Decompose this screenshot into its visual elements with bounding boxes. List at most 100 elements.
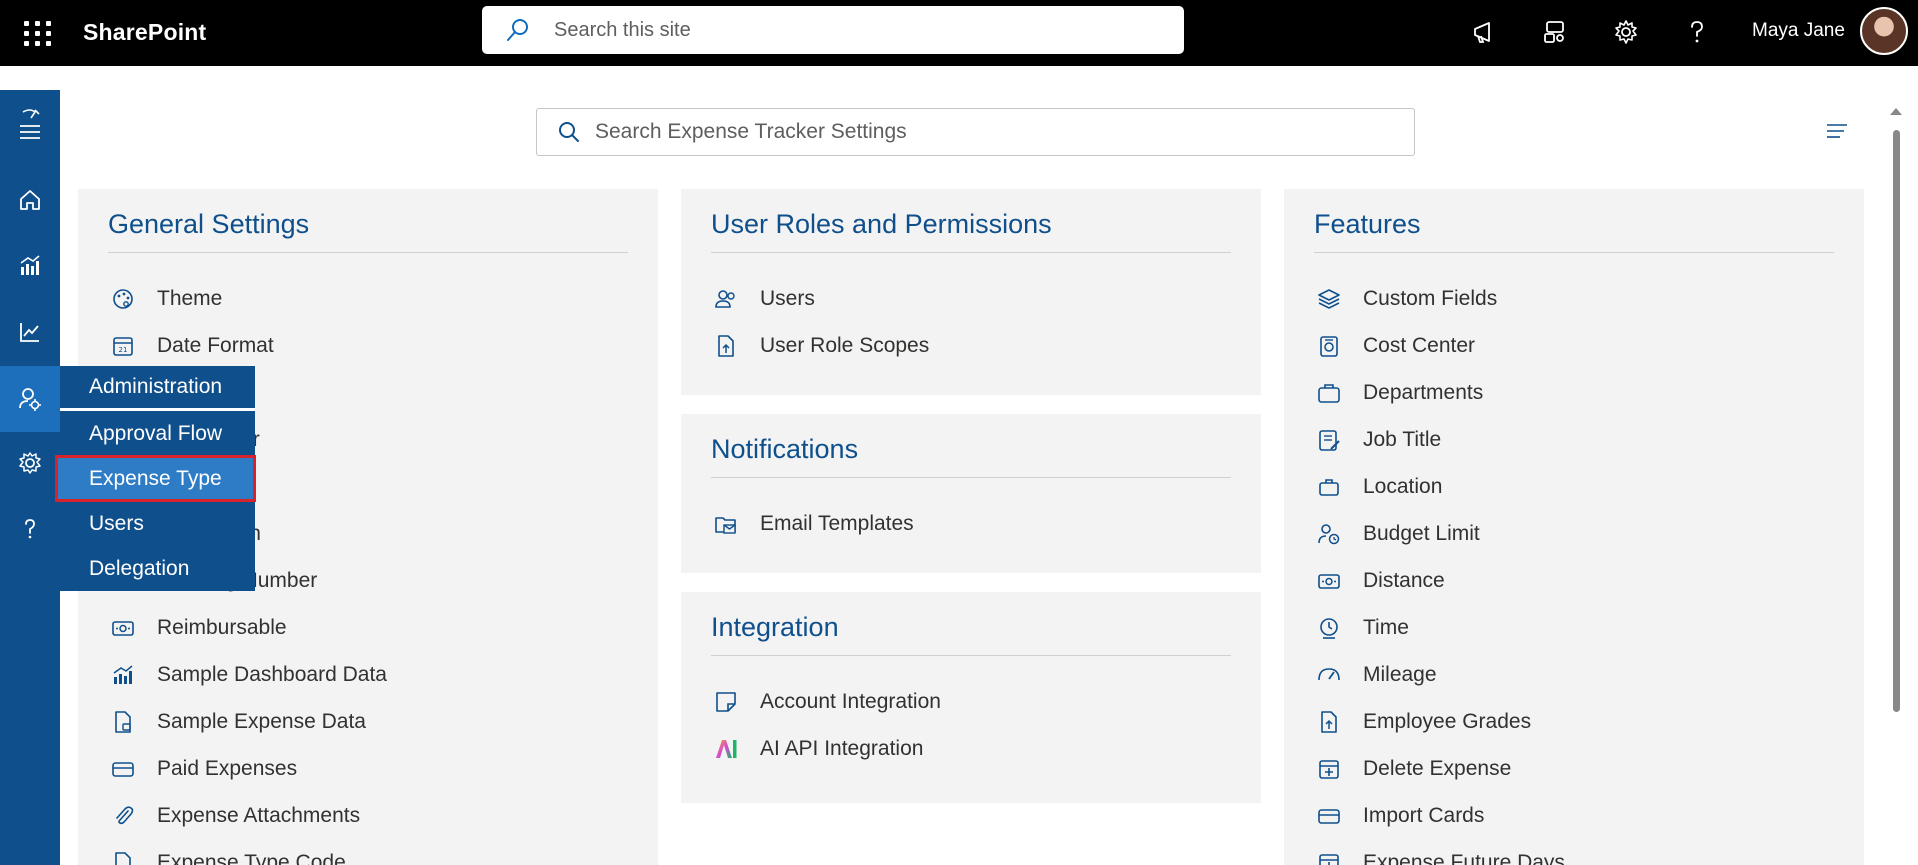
flyout-item-approval-flow[interactable]: Approval Flow (60, 411, 255, 456)
avatar[interactable] (1860, 7, 1908, 55)
chat-settings-icon[interactable] (1537, 14, 1573, 50)
clock-icon (1314, 613, 1344, 643)
settings-item-label: Sample Dashboard Data (157, 662, 387, 686)
help-icon[interactable] (1679, 14, 1715, 50)
settings-item-label: Cost Center (1363, 333, 1476, 357)
settings-item-mileage[interactable]: Mileage (1314, 651, 1834, 698)
settings-item-label: Email Templates (760, 511, 914, 535)
settings-item-label: Mileage (1363, 662, 1437, 686)
svg-text:21: 21 (119, 346, 128, 354)
flyout-item-delegation[interactable]: Delegation (60, 546, 255, 591)
gear-icon[interactable] (1608, 14, 1644, 50)
settings-item-label: Sample Expense Data (157, 709, 366, 733)
card-icon (1314, 801, 1344, 831)
search-icon (507, 19, 528, 41)
settings-item-users[interactable]: Users (711, 275, 1231, 322)
notifications-panel: Notifications Email Templates (681, 414, 1261, 573)
features-panel: Features Custom Fields Cost Center Departm… (1284, 189, 1864, 865)
card-icon (108, 754, 138, 784)
form-icon (1314, 425, 1344, 455)
settings-item-expense-attachments[interactable]: Expense Attachments (108, 792, 628, 839)
calendar-add-icon (1314, 754, 1344, 784)
settings-item-label: Paid Expenses (157, 756, 298, 780)
brand-title[interactable]: SharePoint (83, 19, 206, 46)
settings-item-import-cards[interactable]: Import Cards (1314, 792, 1834, 839)
settings-item-cost-center[interactable]: Cost Center (1314, 322, 1834, 369)
note-icon (711, 687, 741, 717)
flyout-header[interactable]: Administration (60, 366, 255, 411)
settings-item-departments[interactable]: Departments (1314, 369, 1834, 416)
document-arrow-icon (711, 331, 741, 361)
app-launcher-icon[interactable] (20, 17, 52, 49)
settings-item-distance[interactable]: Distance (1314, 557, 1834, 604)
settings-search-input[interactable]: Search Expense Tracker Settings (536, 108, 1415, 156)
settings-item-label: Account Integration (760, 689, 941, 713)
flyout-item-users[interactable]: Users (60, 501, 255, 546)
dashboard-chart-icon[interactable] (0, 238, 60, 294)
settings-item-custom-fields[interactable]: Custom Fields (1314, 275, 1834, 322)
document-code-icon (108, 848, 138, 865)
scrollbar-thumb[interactable] (1893, 130, 1900, 712)
settings-item-sample-dashboard-data[interactable]: Sample Dashboard Data (108, 651, 628, 698)
settings-item-label: Distance (1363, 568, 1445, 592)
settings-search-placeholder: Search Expense Tracker Settings (595, 120, 907, 143)
line-chart-icon[interactable] (0, 304, 60, 360)
settings-item-label: Delete Expense (1363, 756, 1512, 780)
panel-title: General Settings (108, 189, 628, 253)
settings-item-label: Date Format (157, 333, 274, 357)
paperclip-icon (108, 801, 138, 831)
settings-item-sample-expense-data[interactable]: Sample Expense Data (108, 698, 628, 745)
suite-bar: SharePoint Search this site Maya Jane (0, 0, 1918, 66)
settings-item-delete-expense[interactable]: Delete Expense (1314, 745, 1834, 792)
user-name[interactable]: Maya Jane (1752, 20, 1845, 42)
settings-item-ai-api-integration[interactable]: AI API Integration (711, 725, 1231, 772)
settings-item-theme[interactable]: Theme (108, 275, 628, 322)
settings-item-employee-grades[interactable]: Employee Grades (1314, 698, 1834, 745)
administration-icon[interactable] (0, 366, 60, 432)
app-logo-menu-icon[interactable] (0, 90, 60, 160)
ai-logo-icon (711, 734, 741, 764)
settings-item-label: Expense Future Days (1363, 850, 1565, 865)
document-arrow-icon (1314, 707, 1344, 737)
help-rail-icon[interactable] (0, 501, 60, 557)
administration-flyout: Administration Approval Flow Expense Type… (55, 366, 256, 591)
panel-title: Notifications (711, 414, 1231, 478)
flyout-item-expense-type[interactable]: Expense Type (55, 455, 256, 502)
settings-item-budget-limit[interactable]: Budget Limit (1314, 510, 1834, 557)
scroll-up-arrow[interactable] (1890, 108, 1902, 115)
settings-item-label: Departments (1363, 380, 1484, 404)
home-icon[interactable] (0, 172, 60, 228)
settings-item-date-format[interactable]: 21 Date Format (108, 322, 628, 369)
calendar-icon: 21 (108, 331, 138, 361)
person-clock-icon (1314, 519, 1344, 549)
menu-lines-icon[interactable] (1824, 119, 1850, 145)
settings-item-label: Job Title (1363, 427, 1442, 451)
mail-folder-icon (711, 509, 741, 539)
people-icon (711, 284, 741, 314)
panel-title: User Roles and Permissions (711, 189, 1231, 253)
settings-item-user-role-scopes[interactable]: User Role Scopes (711, 322, 1231, 369)
settings-item-email-templates[interactable]: Email Templates (711, 500, 1231, 547)
settings-item-label: Reimbursable (157, 615, 287, 639)
settings-item-label: AI API Integration (760, 736, 924, 760)
money-icon (1314, 566, 1344, 596)
settings-item-reimbursable[interactable]: Reimbursable (108, 604, 628, 651)
site-search-box[interactable]: Search this site (482, 6, 1184, 54)
briefcase-icon (1314, 378, 1344, 408)
settings-item-location[interactable]: Location (1314, 463, 1834, 510)
chart-icon (108, 660, 138, 690)
settings-item-paid-expenses[interactable]: Paid Expenses (108, 745, 628, 792)
settings-item-account-integration[interactable]: Account Integration (711, 678, 1231, 725)
settings-gear-icon[interactable] (0, 435, 60, 491)
settings-item-time[interactable]: Time (1314, 604, 1834, 651)
settings-item-label: Location (1363, 474, 1443, 498)
briefcase-small-icon (1314, 472, 1344, 502)
settings-item-job-title[interactable]: Job Title (1314, 416, 1834, 463)
megaphone-icon[interactable] (1466, 14, 1502, 50)
settings-item-expense-future-days[interactable]: Expense Future Days (1314, 839, 1834, 865)
settings-item-label: Expense Type Code (157, 850, 346, 865)
settings-item-expense-type-code[interactable]: Expense Type Code (108, 839, 628, 865)
search-icon (559, 122, 579, 142)
settings-item-label: Time (1363, 615, 1409, 639)
panel-title: Integration (711, 592, 1231, 656)
